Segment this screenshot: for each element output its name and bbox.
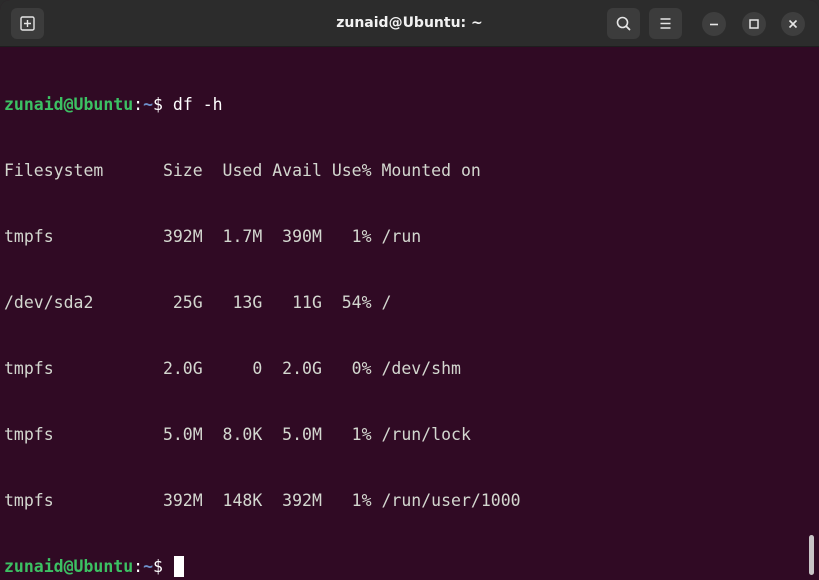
hamburger-menu-icon [660, 18, 671, 29]
close-button[interactable] [781, 12, 805, 36]
prompt-path: ~ [143, 95, 154, 114]
menu-button[interactable] [649, 8, 682, 39]
close-icon [788, 19, 798, 29]
search-button[interactable] [607, 8, 640, 39]
command-text: df -h [172, 95, 223, 114]
minimize-icon [710, 23, 718, 26]
prompt-colon: : [133, 557, 144, 576]
output-row: tmpfs 392M 148K 392M 1% /run/user/1000 [4, 491, 521, 510]
current-prompt-line[interactable]: zunaid@Ubuntu:~$ [4, 556, 799, 578]
maximize-button[interactable] [742, 12, 766, 36]
prompt-user-host: zunaid@Ubuntu [4, 95, 134, 114]
prompt-path: ~ [143, 557, 154, 576]
output-header: Filesystem Size Used Avail Use% Mounted … [4, 161, 481, 180]
output-row: /dev/sda2 25G 13G 11G 54% / [4, 293, 392, 312]
output-row: tmpfs 392M 1.7M 390M 1% /run [4, 227, 422, 246]
search-icon [616, 16, 631, 31]
minimize-button[interactable] [702, 12, 726, 36]
prompt-colon: : [133, 95, 144, 114]
terminal-window: zunaid@Ubuntu: ~ zunaid@Ubuntu:~$ df -h … [0, 0, 819, 580]
scrollbar-thumb[interactable] [809, 535, 814, 575]
window-title: zunaid@Ubuntu: ~ [336, 15, 483, 31]
output-row: tmpfs 5.0M 8.0K 5.0M 1% /run/lock [4, 425, 471, 444]
prompt-sign: $ [153, 95, 173, 114]
maximize-icon [749, 19, 759, 29]
title-bar[interactable]: zunaid@Ubuntu: ~ [0, 0, 819, 47]
command-line: zunaid@Ubuntu:~$ df -h [4, 94, 799, 116]
prompt-user-host: zunaid@Ubuntu [4, 557, 134, 576]
terminal-content[interactable]: zunaid@Ubuntu:~$ df -h Filesystem Size U… [4, 50, 799, 580]
text-cursor [173, 556, 184, 577]
output-row: tmpfs 2.0G 0 2.0G 0% /dev/shm [4, 359, 461, 378]
prompt-sign: $ [153, 557, 173, 576]
